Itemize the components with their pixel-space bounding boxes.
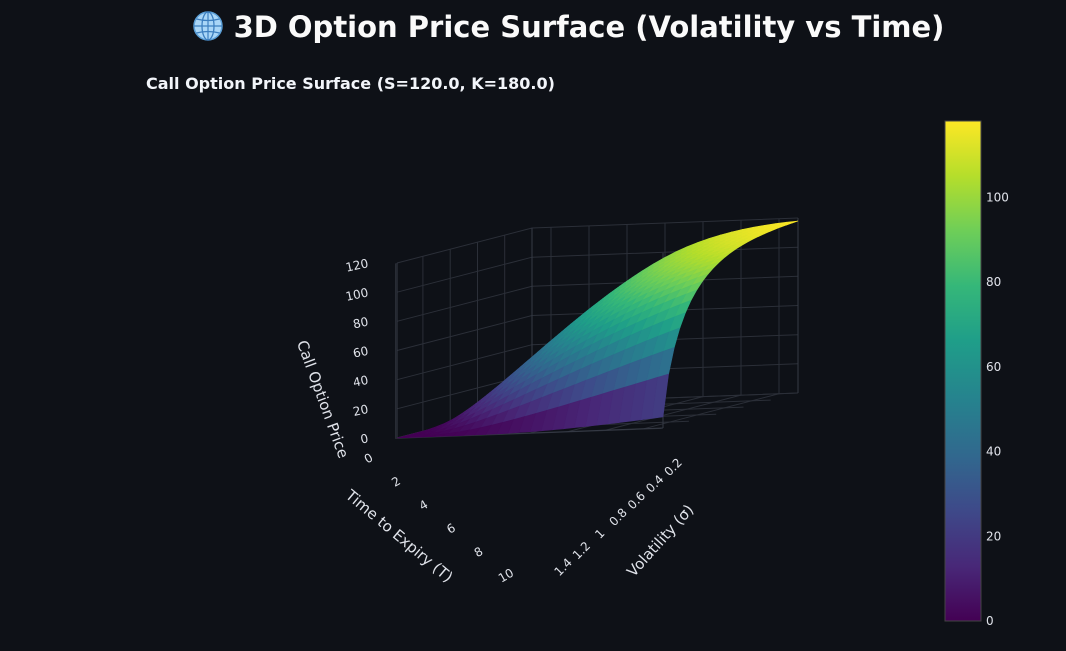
time-axis-title: Time to Expiry (T) <box>341 486 456 587</box>
volatility-tick-label: 1 <box>592 526 607 541</box>
volatility-tick-label: 0.6 <box>625 489 648 512</box>
time-tick-label: 10 <box>496 566 516 586</box>
volatility-tick-label: 0.2 <box>661 455 684 478</box>
time-tick-label: 8 <box>472 544 486 560</box>
colorbar-tick-label: 80 <box>986 275 1001 289</box>
colorbar-tick-label: 60 <box>986 360 1001 374</box>
time-tick-label: 6 <box>444 521 458 537</box>
colorbar-gradient <box>944 120 982 622</box>
z-tick-label: 80 <box>352 315 370 332</box>
surface-plot[interactable]: 02040608010012002468100.20.40.60.811.21.… <box>0 0 1066 651</box>
volatility-tick-label: 0.4 <box>643 472 666 495</box>
volatility-tick-label: 0.8 <box>606 505 629 528</box>
volatility-axis-title: Volatility (σ) <box>623 501 697 580</box>
volatility-tick-label: 1.2 <box>570 539 593 562</box>
z-tick-label: 40 <box>352 373 370 390</box>
app: 3D Option Price Surface (Volatility vs T… <box>0 0 1066 651</box>
time-tick-label: 2 <box>389 474 403 490</box>
colorbar-tick-label: 100 <box>986 190 1009 204</box>
z-tick-label: 20 <box>352 402 370 419</box>
z-tick-label: 120 <box>344 256 369 274</box>
colorbar-tick-label: 0 <box>986 614 994 628</box>
volatility-tick-label: 1.4 <box>551 555 574 578</box>
colorbar-tick-label: 40 <box>986 445 1001 459</box>
colorbar-tick-label: 20 <box>986 529 1001 543</box>
grid-line <box>396 246 799 293</box>
z-tick-label: 100 <box>344 285 369 303</box>
surface-layer <box>396 220 799 439</box>
z-tick-label: 60 <box>352 344 370 361</box>
z-axis-title: Call Option Price <box>293 338 352 461</box>
colorbar: 0 20 40 60 80 100 <box>944 120 1009 628</box>
time-tick-label: 0 <box>362 450 376 466</box>
z-tick-label: 0 <box>359 431 369 446</box>
time-tick-label: 4 <box>417 497 431 513</box>
